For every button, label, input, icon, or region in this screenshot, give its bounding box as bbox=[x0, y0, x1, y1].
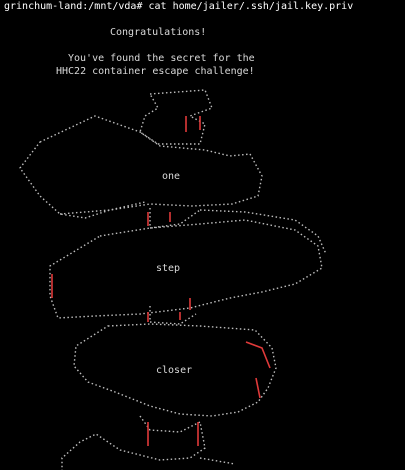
shell-prompt: grinchum-land:/mnt/vda# bbox=[4, 1, 143, 12]
ascii-art-steps: one step closer bbox=[0, 86, 405, 470]
shell-command: cat home/jailer/.ssh/jail.key.priv bbox=[148, 1, 354, 12]
step-word-step: step bbox=[156, 263, 180, 274]
step-word-one: one bbox=[162, 171, 180, 182]
secret-message-line-1: You've found the secret for the bbox=[68, 53, 255, 64]
step-word-closer: closer bbox=[156, 365, 192, 376]
ascii-art-drawing: one step closer bbox=[19, 89, 327, 470]
secret-message-line-2: HHC22 container escape challenge! bbox=[56, 66, 255, 77]
congrats-message: Congratulations! bbox=[110, 27, 207, 38]
command-line: grinchum-land:/mnt/vda# cat home/jailer/… bbox=[4, 1, 353, 12]
terminal-window[interactable]: grinchum-land:/mnt/vda# cat home/jailer/… bbox=[0, 0, 405, 470]
